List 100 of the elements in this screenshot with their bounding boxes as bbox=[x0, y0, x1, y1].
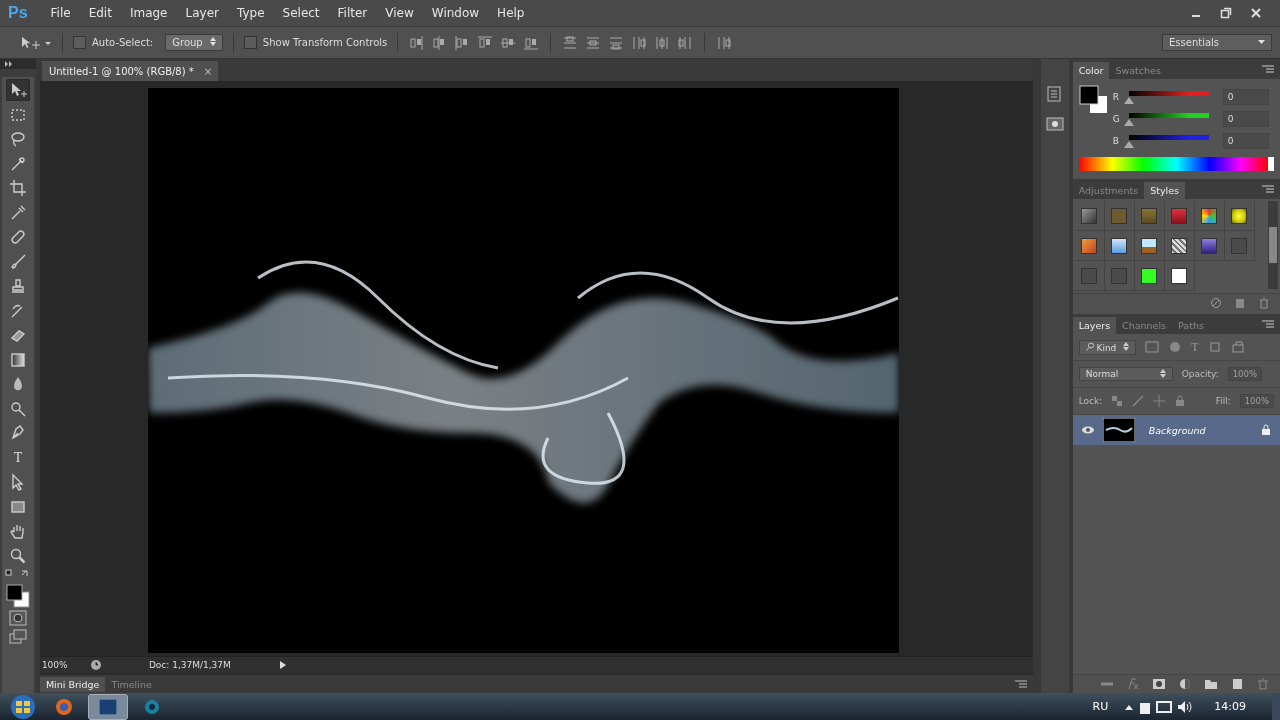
network-icon[interactable] bbox=[1156, 698, 1173, 715]
smart-object-filter-icon[interactable] bbox=[1230, 340, 1245, 354]
play-icon[interactable] bbox=[277, 660, 288, 670]
menu-item[interactable]: File bbox=[41, 6, 80, 20]
channel-label: R bbox=[1112, 92, 1120, 102]
mask-icon[interactable] bbox=[1152, 678, 1166, 690]
layer-name[interactable]: Background bbox=[1142, 424, 1252, 436]
style-preset[interactable] bbox=[1171, 267, 1188, 284]
style-preset[interactable] bbox=[1171, 237, 1188, 254]
menu-item[interactable]: Help bbox=[488, 6, 534, 20]
panel-tab[interactable]: Mini Bridge bbox=[39, 676, 106, 692]
menu-item[interactable]: Filter bbox=[328, 6, 377, 20]
document-tab[interactable]: Untitled-1 @ 100% (RGB/8) * × bbox=[41, 61, 219, 81]
trash-icon[interactable] bbox=[1258, 297, 1270, 309]
align-icon[interactable] bbox=[631, 34, 648, 51]
panel-menu-icon[interactable] bbox=[1262, 320, 1274, 328]
scrollbar[interactable] bbox=[1268, 201, 1278, 289]
auto-select-checkbox[interactable] bbox=[73, 36, 86, 49]
restore-icon[interactable] bbox=[1220, 7, 1232, 19]
align-icon[interactable] bbox=[654, 34, 671, 51]
close-tab-button[interactable]: × bbox=[203, 65, 213, 77]
menu-item[interactable]: Layer bbox=[176, 6, 228, 20]
style-preset[interactable] bbox=[1201, 207, 1218, 224]
layer-thumbnail bbox=[1102, 418, 1135, 442]
panel-tab[interactable]: Styles bbox=[1144, 182, 1185, 199]
panel-menu-icon[interactable] bbox=[1014, 680, 1027, 688]
style-preset[interactable] bbox=[1231, 207, 1248, 224]
zoom-tool-icon bbox=[8, 546, 27, 565]
layer-row[interactable]: Background bbox=[1072, 415, 1280, 445]
color-spectrum[interactable] bbox=[1078, 157, 1274, 171]
target-dropdown[interactable]: Group bbox=[165, 34, 223, 51]
show-transform-checkbox[interactable] bbox=[243, 36, 257, 49]
spinner-arrows-icon bbox=[1123, 341, 1130, 351]
opacity-field[interactable]: 100% bbox=[1227, 367, 1262, 381]
panel-tab[interactable]: Layers bbox=[1072, 317, 1117, 334]
screen-mode-icon[interactable] bbox=[8, 628, 27, 645]
style-preset[interactable] bbox=[1141, 237, 1158, 254]
collapse-icon[interactable] bbox=[4, 61, 14, 67]
color-swatches-icon[interactable] bbox=[3, 581, 32, 608]
properties-icon[interactable] bbox=[1045, 115, 1064, 133]
style-preset[interactable] bbox=[1141, 267, 1158, 284]
fill-field[interactable]: 100% bbox=[1239, 394, 1274, 408]
align-icon[interactable] bbox=[408, 34, 425, 51]
menu-item[interactable]: Edit bbox=[79, 6, 121, 20]
opacity-label: Opacity: bbox=[1181, 369, 1219, 379]
language-indicator[interactable]: RU bbox=[1092, 700, 1109, 713]
style-preset[interactable] bbox=[1111, 237, 1128, 254]
tool-button[interactable]: T bbox=[5, 446, 30, 469]
close-icon[interactable] bbox=[1250, 7, 1262, 19]
new-layer-icon[interactable] bbox=[1230, 678, 1244, 690]
slider-thumb[interactable] bbox=[1123, 96, 1134, 104]
align-icon[interactable] bbox=[716, 34, 733, 51]
app-logo: Ps bbox=[7, 4, 29, 22]
clear-style-icon[interactable] bbox=[1210, 297, 1222, 309]
lock-label: Lock: bbox=[1078, 396, 1103, 406]
fill-label: Fill: bbox=[1215, 396, 1231, 406]
folder-icon[interactable] bbox=[1204, 678, 1218, 690]
visibility-eye-icon[interactable] bbox=[1080, 425, 1095, 435]
layer-filter-dropdown[interactable]: Kind bbox=[1078, 339, 1137, 355]
channel-value-field[interactable]: 0 bbox=[1222, 133, 1269, 149]
align-icon[interactable] bbox=[608, 34, 625, 51]
zoom-level[interactable]: 100% bbox=[39, 660, 82, 670]
panel-menu-icon[interactable] bbox=[1262, 185, 1274, 193]
lock-all-icon[interactable] bbox=[1174, 395, 1187, 407]
menu-item[interactable]: View bbox=[376, 6, 423, 20]
align-icon[interactable] bbox=[677, 34, 694, 51]
new-item-icon[interactable] bbox=[1234, 297, 1246, 309]
menu-item[interactable]: Type bbox=[228, 6, 274, 20]
channel-value-field[interactable]: 0 bbox=[1222, 111, 1269, 127]
adjustment-filter-icon[interactable] bbox=[1168, 340, 1183, 354]
quick-mask-icon[interactable] bbox=[8, 610, 27, 626]
align-icon[interactable] bbox=[562, 34, 579, 51]
blend-mode-dropdown[interactable]: Normal bbox=[1078, 367, 1173, 381]
align-icon[interactable] bbox=[585, 34, 602, 51]
clock-icon[interactable] bbox=[89, 659, 102, 671]
lock-transparency-icon[interactable] bbox=[1111, 395, 1124, 407]
menu-item[interactable]: Window bbox=[422, 6, 489, 20]
slider-thumb[interactable] bbox=[1123, 118, 1134, 126]
foreground-background-swatch-icon[interactable] bbox=[1078, 85, 1109, 115]
channel-value-field[interactable]: 0 bbox=[1222, 89, 1269, 105]
slider-thumb[interactable] bbox=[1123, 140, 1134, 148]
align-icon[interactable] bbox=[477, 34, 494, 51]
lock-brush-icon[interactable] bbox=[1132, 395, 1145, 407]
taskbar-button[interactable] bbox=[88, 693, 128, 720]
menu-item[interactable]: Select bbox=[273, 6, 329, 20]
brush-tool-icon bbox=[8, 252, 27, 271]
spinner-arrows-icon bbox=[1159, 369, 1166, 378]
hand-tool-icon bbox=[8, 522, 27, 540]
panel-menu-icon[interactable] bbox=[1262, 65, 1274, 73]
panel-tab[interactable]: Color bbox=[1072, 62, 1110, 79]
clock[interactable]: 14:09 bbox=[1214, 700, 1246, 713]
tool-button[interactable] bbox=[5, 79, 30, 101]
adjustment-layer-icon[interactable] bbox=[1178, 678, 1192, 690]
spinner-arrows-icon bbox=[209, 37, 216, 46]
history-icon[interactable] bbox=[1045, 85, 1064, 103]
menu-item[interactable]: Image bbox=[120, 6, 177, 20]
style-preset[interactable] bbox=[1081, 237, 1098, 254]
gradient-tool-icon bbox=[8, 350, 27, 369]
workspace-dropdown[interactable]: Essentials bbox=[1162, 34, 1272, 51]
show-transform-label: Show Transform Controls bbox=[262, 37, 388, 48]
